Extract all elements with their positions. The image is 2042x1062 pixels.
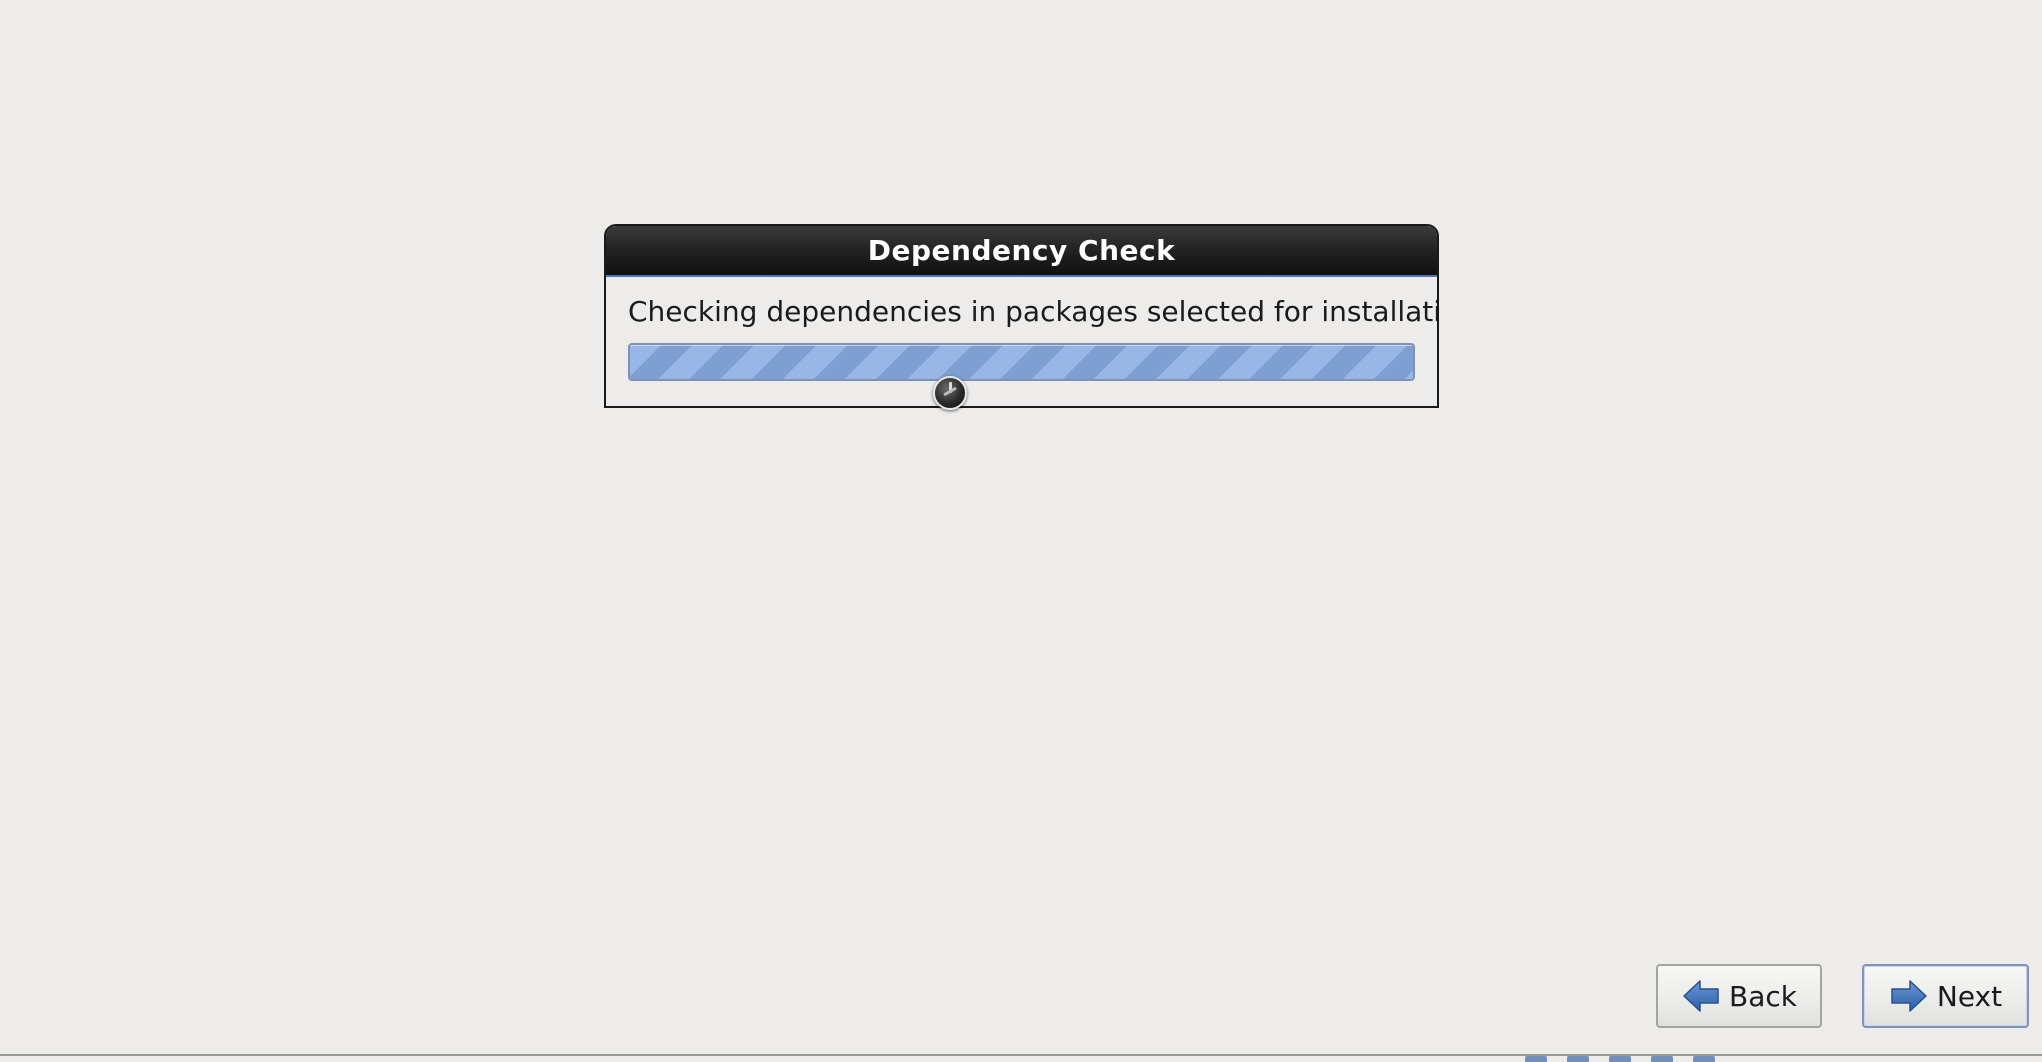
dialog-title: Dependency Check <box>867 234 1176 267</box>
back-button-label: Back <box>1729 979 1797 1013</box>
progress-bar-fill <box>630 345 1413 379</box>
bottom-divider <box>0 1054 2042 1056</box>
tray-icon[interactable] <box>1609 1056 1631 1062</box>
back-button[interactable]: Back <box>1656 964 1822 1028</box>
tray-icon[interactable] <box>1693 1056 1715 1062</box>
dialog-titlebar: Dependency Check <box>606 226 1437 277</box>
tray-icon[interactable] <box>1567 1056 1589 1062</box>
dialog-body: Checking dependencies in packages select… <box>606 295 1437 381</box>
dependency-check-dialog: Dependency Check Checking dependencies i… <box>604 224 1439 408</box>
tray-icon[interactable] <box>1651 1056 1673 1062</box>
system-tray <box>1525 1056 1715 1062</box>
progress-bar <box>628 343 1415 381</box>
next-button-label: Next <box>1936 979 2003 1013</box>
dialog-message: Checking dependencies in packages select… <box>628 295 1439 328</box>
arrow-right-icon <box>1891 980 1927 1012</box>
tray-icon[interactable] <box>1525 1056 1547 1062</box>
busy-cursor-icon <box>933 376 967 410</box>
next-button[interactable]: Next <box>1862 964 2029 1028</box>
arrow-left-icon <box>1683 980 1719 1012</box>
